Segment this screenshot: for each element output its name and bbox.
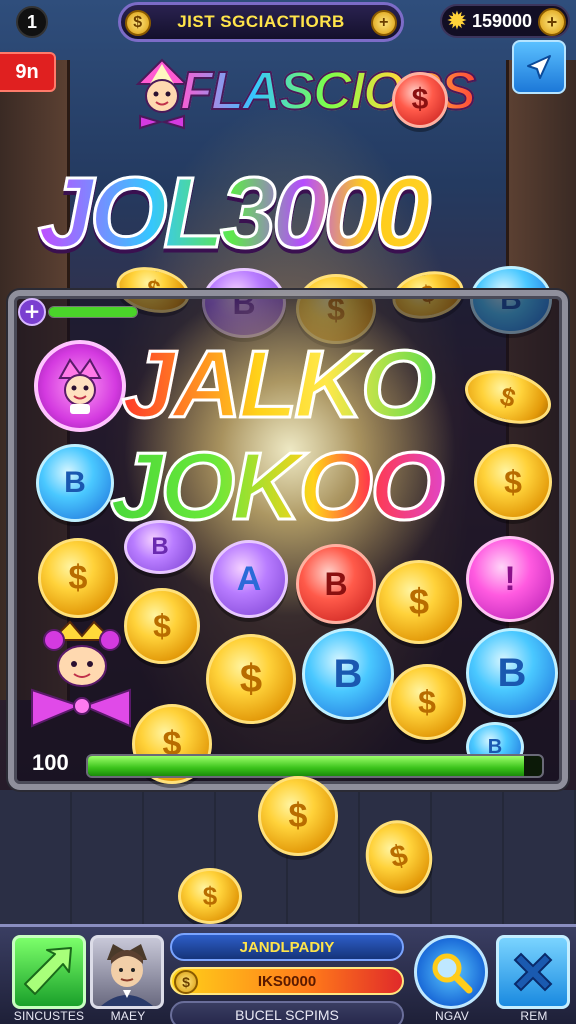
search-label: NGAV [435,1009,469,1023]
coin-balance-value: 159000 [472,10,533,31]
level-badge: 1 [16,6,48,38]
play-arrow-button[interactable] [12,935,86,1009]
close-label: REM [520,1009,548,1023]
coin-icon[interactable]: B [296,544,376,624]
search-button[interactable] [414,935,488,1009]
star-coin-icon: ✹ [447,8,467,33]
avatar-label: MAEY [110,1009,146,1023]
coin-icon[interactable]: B [124,520,196,574]
progress-fill [88,756,524,776]
progress-value: 100 [32,750,69,775]
coin-icon: $ [178,868,242,924]
coin-icon[interactable]: $ [376,560,462,644]
coin-icon[interactable]: B [466,628,558,718]
add-coins-button[interactable]: + [538,8,566,36]
jackpot-panel: JANDLPADIY $ IKS0000 BUCEL SCPIMS [170,933,404,1024]
logo-coin-icon: $ [392,72,448,128]
close-x-icon [513,952,553,992]
coin-icon[interactable]: ! [466,536,554,622]
coin-icon[interactable]: $ [388,664,466,740]
jester-face-icon [58,358,102,414]
bottom-bar: SINCUSTES MAEY JANDLPADIY $ IKS0000 BUCE… [0,924,576,1024]
progress-track [86,754,544,778]
coin-icon: $ [125,10,151,36]
plus-icon[interactable]: + [18,298,46,326]
plus-icon[interactable]: + [371,10,397,36]
coin-icon: $ [258,776,338,856]
event-title: JIST SGCIACTIORB [177,12,345,31]
coin-icon[interactable]: B [302,628,394,720]
bonus-word-1: JALKO [121,330,462,440]
coin-icon[interactable]: $ [206,634,296,724]
event-title-pill[interactable]: $ JIST SGCIACTIORB + [118,2,404,42]
close-button[interactable] [496,935,570,1009]
coin-icon[interactable]: A [210,540,288,618]
avatar[interactable] [90,935,164,1009]
game-logo: FLASCIORS $ [120,52,477,136]
panel-amount-row[interactable]: $ IKS0000 [170,967,404,995]
coin-icon[interactable]: B [36,444,114,522]
coin-icon[interactable]: $ [124,588,200,664]
share-arrow-icon [527,55,551,79]
search-icon [432,953,473,994]
coin-icon[interactable]: $ [474,444,552,520]
play-button-label: SINCUSTES [13,1009,85,1023]
arrow-icon [24,947,72,995]
jester-bow-character-icon[interactable] [30,620,132,732]
top-bar: 1 $ JIST SGCIACTIORB + ✹ 159000 + [0,0,576,44]
share-button[interactable] [512,40,566,94]
jester-character-badge[interactable] [34,340,126,432]
panel-title: JANDLPADIY [170,933,404,961]
coin-icon[interactable]: $ [38,538,118,618]
panel-amount: IKS0000 [257,972,317,990]
panel-subtitle[interactable]: BUCEL SCPIMS [170,1001,404,1024]
jackpot-amount: JOL3000 [37,157,548,270]
player-avatar-icon [101,944,153,1006]
timer-badge[interactable]: 9n [0,52,56,92]
coin-balance[interactable]: ✹ 159000 + [440,4,570,38]
coin-icon: $ [174,970,198,994]
